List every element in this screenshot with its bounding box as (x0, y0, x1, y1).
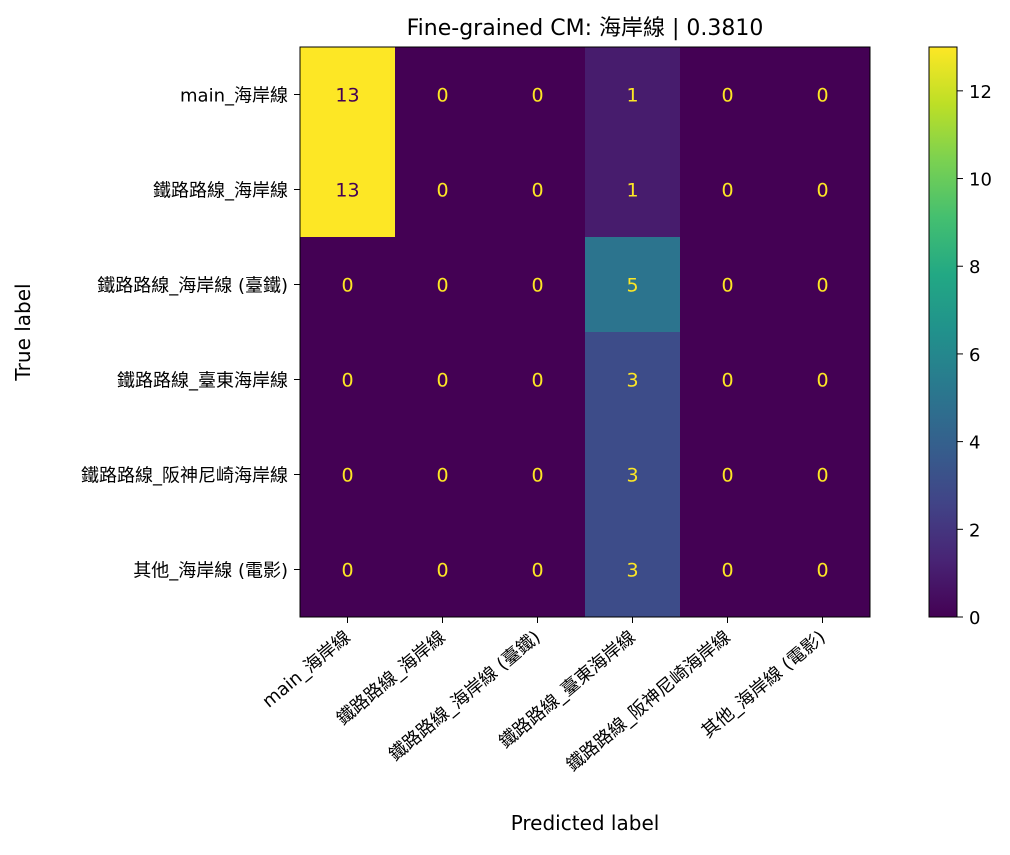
colorbar (928, 46, 958, 618)
y-axis-label: True label (11, 283, 35, 381)
colorbar-tick-label: 8 (969, 257, 980, 278)
cell-value-label: 0 (816, 85, 828, 107)
x-tick-label: 鐵路路線_海岸線 (臺鐵) (385, 627, 545, 766)
cell-value-label: 3 (626, 560, 638, 582)
colorbar-tick-label: 2 (969, 520, 980, 541)
cell-value-label: 0 (816, 180, 828, 202)
cell-value-label: 0 (721, 275, 733, 297)
cell-value-label: 0 (436, 85, 448, 107)
cell-value-label: 0 (341, 275, 353, 297)
cell-value-label: 0 (531, 465, 543, 487)
y-tick-label: 鐵路路線_臺東海岸線 (117, 371, 288, 392)
chart-svg: Fine-grained CM: 海岸線 | 0.3810 13 0 0 1 0 013 0… (11, 16, 992, 835)
cell-value-label: 0 (436, 275, 448, 297)
y-tick-label: 鐵路路線_海岸線 (153, 181, 288, 202)
cell-value-label: 0 (531, 560, 543, 582)
y-tick-label: main_海岸線 (180, 86, 288, 107)
cell-value-label: 0 (531, 180, 543, 202)
cell-value-label: 0 (816, 465, 828, 487)
cell-value-label: 0 (721, 180, 733, 202)
cell-value-label: 0 (436, 370, 448, 392)
cell-value-label: 13 (335, 85, 359, 107)
cell-value-label: 0 (816, 560, 828, 582)
confusion-matrix-figure: Fine-grained CM: 海岸線 | 0.3810 13 0 0 1 0 0 13 0… (0, 0, 1010, 850)
cell-value-label: 0 (721, 85, 733, 107)
cell-value-label: 3 (626, 465, 638, 487)
cell-value-label: 0 (341, 370, 353, 392)
cell-value-label: 0 (721, 465, 733, 487)
heatmap-cells (300, 47, 871, 618)
cell-value-label: 0 (436, 465, 448, 487)
cell-value-label: 0 (721, 560, 733, 582)
cell-value-label: 0 (436, 180, 448, 202)
cell-value-label: 0 (531, 85, 543, 107)
y-tick-label: 其他_海岸線 (電影) (133, 561, 288, 582)
x-axis-label: Predicted label (511, 811, 660, 835)
colorbar-tick-label: 12 (969, 82, 992, 103)
x-axis-ticks: main_海岸線鐵路路線_海岸線鐵路路線_海岸線 (臺鐵)鐵路路線_臺東海岸線鐵… (258, 617, 830, 776)
cell-value-label: 5 (626, 275, 638, 297)
cell-value-label: 1 (626, 85, 638, 107)
cell-value-label: 0 (436, 560, 448, 582)
cell-value-label: 1 (626, 180, 638, 202)
chart-title: Fine-grained CM: 海岸線 | 0.3810 (407, 16, 764, 41)
x-tick-label: 鐵路路線_阪神尼崎海岸線 (563, 627, 735, 776)
cell-value-label: 0 (531, 275, 543, 297)
colorbar-ticks: 0 2 4 6 8 10 12 (957, 82, 992, 629)
cell-value-label: 13 (335, 180, 359, 202)
cell-value-label: 0 (341, 465, 353, 487)
cell-value-label: 3 (626, 370, 638, 392)
colorbar-tick-label: 0 (969, 608, 980, 629)
colorbar-tick-label: 6 (969, 345, 980, 366)
cell-value-label: 0 (531, 370, 543, 392)
colorbar-tick-label: 4 (969, 433, 980, 454)
colorbar-tick-label: 10 (969, 170, 992, 191)
x-tick-label: main_海岸線 (258, 627, 354, 712)
cell-value-label: 0 (816, 370, 828, 392)
cell-value-label: 0 (721, 370, 733, 392)
y-axis-ticks: main_海岸線鐵路路線_海岸線鐵路路線_海岸線 (臺鐵) 鐵路路線_臺東海岸線鐵… (81, 86, 300, 582)
cell-value-label: 0 (341, 560, 353, 582)
cell-value-label: 0 (816, 275, 828, 297)
y-tick-label: 鐵路路線_阪神尼崎海岸線 (81, 466, 288, 487)
y-tick-label: 鐵路路線_海岸線 (臺鐵) (97, 276, 288, 297)
